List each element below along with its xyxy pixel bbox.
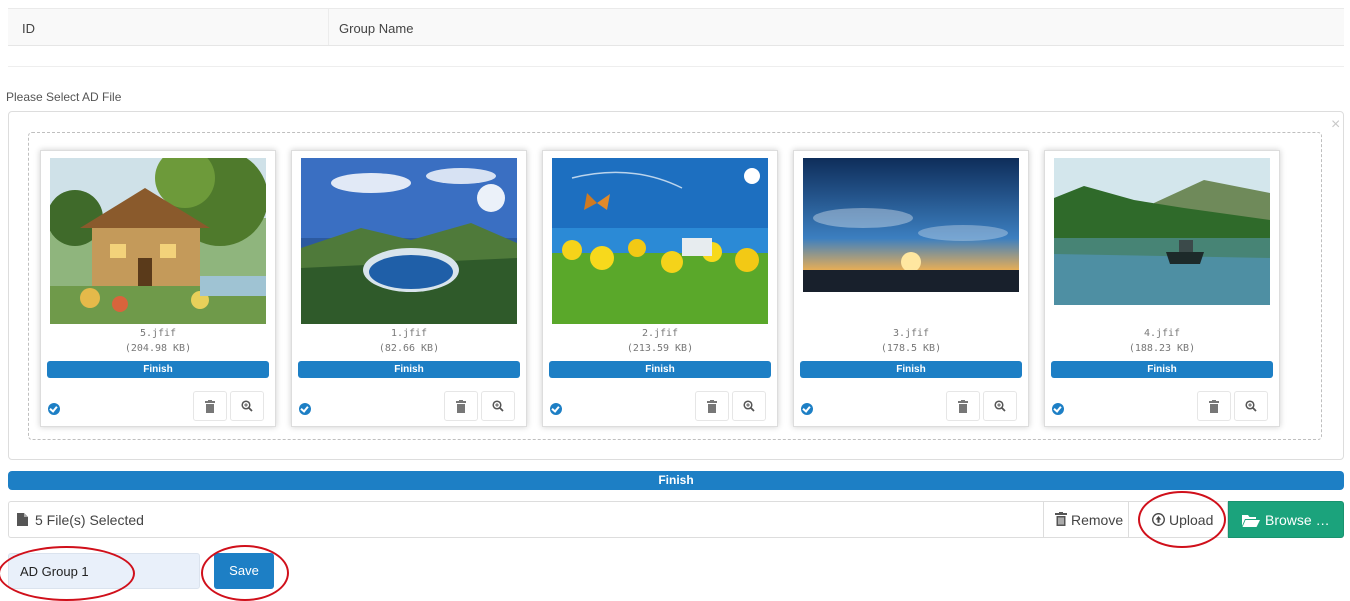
zoom-in-icon	[1245, 400, 1257, 412]
zoom-in-icon	[241, 400, 253, 412]
file-icon	[17, 513, 28, 529]
file-size: (188.23 KB)	[1128, 343, 1196, 354]
file-progress-bar: Finish	[800, 361, 1022, 378]
file-preview-card: 3.jfif (178.5 KB) Finish	[793, 150, 1029, 427]
file-progress-bar: Finish	[549, 361, 771, 378]
zoom-file-button[interactable]	[481, 391, 515, 421]
file-progress-bar: Finish	[298, 361, 520, 378]
trash-icon	[1055, 512, 1067, 529]
file-size: (178.5 KB)	[880, 343, 942, 354]
check-circle-icon	[550, 403, 562, 415]
file-preview-card: 5.jfif (204.98 KB) Finish	[40, 150, 276, 427]
remove-label: Remove	[1071, 512, 1124, 528]
trash-icon	[205, 400, 215, 413]
file-thumbnail-image	[552, 158, 768, 324]
check-circle-icon	[299, 403, 311, 415]
remove-file-button[interactable]	[695, 391, 729, 421]
column-header-id[interactable]: ID	[22, 21, 35, 36]
zoom-in-icon	[492, 400, 504, 412]
file-preview-panel: × 5.jfif (204.98 KB) Finish 1.jfif (82.6…	[8, 111, 1344, 460]
zoom-file-button[interactable]	[732, 391, 766, 421]
browse-label: Browse …	[1265, 512, 1330, 528]
file-name: 3.jfif	[892, 328, 930, 339]
file-drop-zone[interactable]: 5.jfif (204.98 KB) Finish 1.jfif (82.66 …	[28, 132, 1322, 440]
check-circle-icon	[801, 403, 813, 415]
file-preview-card: 2.jfif (213.59 KB) Finish	[542, 150, 778, 427]
zoom-in-icon	[994, 400, 1006, 412]
file-progress-bar: Finish	[47, 361, 269, 378]
file-name: 4.jfif	[1143, 328, 1181, 339]
file-size: (82.66 KB)	[378, 343, 440, 354]
zoom-file-button[interactable]	[983, 391, 1017, 421]
browse-button[interactable]: Browse …	[1228, 501, 1344, 538]
close-icon[interactable]: ×	[1331, 116, 1340, 134]
trash-icon	[456, 400, 466, 413]
column-divider	[328, 9, 329, 45]
select-file-label: Please Select AD File	[6, 90, 122, 104]
file-thumbnail-image	[1054, 158, 1270, 305]
file-name: 2.jfif	[641, 328, 679, 339]
upload-circle-icon	[1152, 513, 1165, 529]
remove-file-button[interactable]	[946, 391, 980, 421]
file-name: 1.jfif	[390, 328, 428, 339]
file-name: 5.jfif	[139, 328, 177, 339]
zoom-file-button[interactable]	[1234, 391, 1268, 421]
file-count-text: 5 File(s) Selected	[35, 512, 144, 528]
trash-icon	[707, 400, 717, 413]
upload-button[interactable]: Upload	[1128, 501, 1228, 538]
upload-label: Upload	[1169, 512, 1214, 528]
column-header-group-name[interactable]: Group Name	[339, 21, 413, 36]
file-thumbnail-image	[50, 158, 266, 324]
file-size: (213.59 KB)	[626, 343, 694, 354]
remove-all-button[interactable]: Remove	[1043, 501, 1129, 538]
file-progress-bar: Finish	[1051, 361, 1273, 378]
trash-icon	[1209, 400, 1219, 413]
group-name-input[interactable]: AD Group 1	[8, 553, 200, 589]
check-circle-icon	[1052, 403, 1064, 415]
file-thumbnail-image	[803, 158, 1019, 292]
file-preview-card: 4.jfif (188.23 KB) Finish	[1044, 150, 1280, 427]
save-button[interactable]: Save	[214, 553, 274, 589]
folder-open-icon	[1242, 514, 1260, 530]
file-size: (204.98 KB)	[124, 343, 192, 354]
file-preview-card: 1.jfif (82.66 KB) Finish	[291, 150, 527, 427]
overall-progress-bar: Finish	[8, 471, 1344, 490]
remove-file-button[interactable]	[1197, 391, 1231, 421]
file-thumbnail-image	[301, 158, 517, 324]
zoom-file-button[interactable]	[230, 391, 264, 421]
trash-icon	[958, 400, 968, 413]
remove-file-button[interactable]	[193, 391, 227, 421]
file-caption: 5 File(s) Selected	[8, 501, 1043, 538]
remove-file-button[interactable]	[444, 391, 478, 421]
divider	[8, 66, 1344, 67]
table-header: ID Group Name	[8, 8, 1344, 46]
zoom-in-icon	[743, 400, 755, 412]
check-circle-icon	[48, 403, 60, 415]
